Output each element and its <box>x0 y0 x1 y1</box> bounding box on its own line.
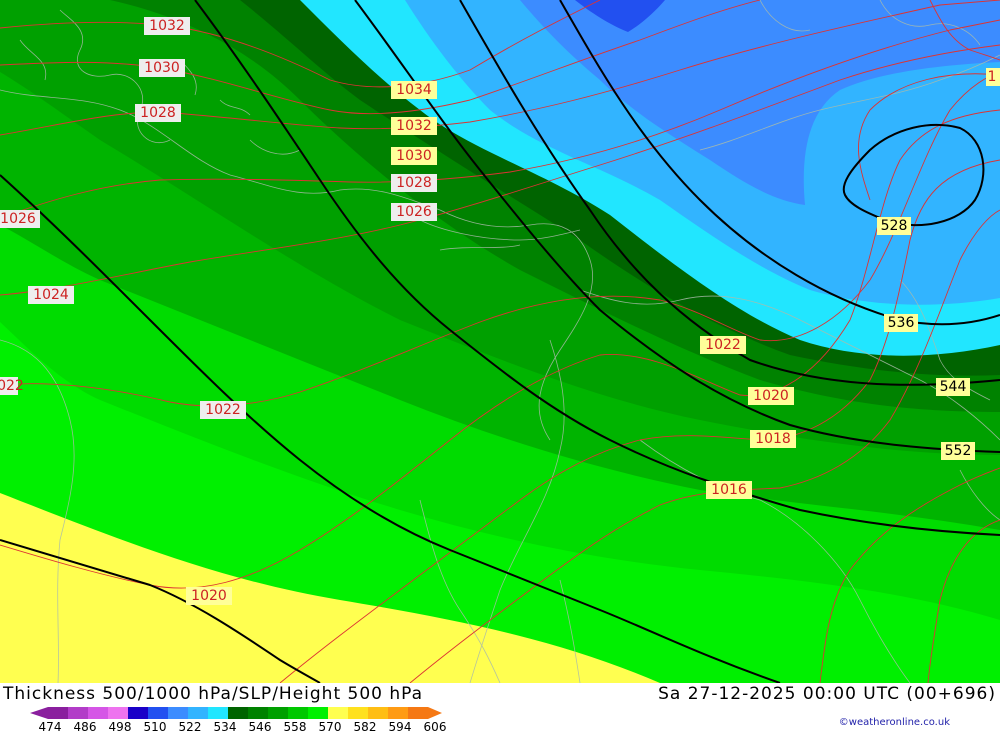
footer: Thickness 500/1000 hPa/SLP/Height 500 hP… <box>0 683 1000 733</box>
legend-swatch <box>388 707 408 719</box>
svg-text:544: 544 <box>940 379 967 395</box>
legend-tick-label: 546 <box>249 720 272 733</box>
height-label: 552 <box>941 442 975 460</box>
svg-text:1028: 1028 <box>396 175 432 191</box>
slp-label: 1022 <box>0 377 24 395</box>
legend-swatch <box>168 707 188 719</box>
slp-label: 1018 <box>750 430 796 448</box>
legend-swatch <box>308 707 328 719</box>
svg-text:1034: 1034 <box>396 82 432 98</box>
svg-text:1032: 1032 <box>396 118 432 134</box>
legend-swatch <box>228 707 248 719</box>
slp-label: 1034 <box>391 81 437 99</box>
slp-label: 1028 <box>391 174 437 192</box>
legend-arrow-left <box>30 707 48 719</box>
slp-label: 1020 <box>186 587 232 605</box>
svg-text:1022: 1022 <box>0 378 24 394</box>
height-label: 536 <box>884 314 918 332</box>
legend-tick-label: 510 <box>144 720 167 733</box>
svg-text:1030: 1030 <box>144 60 180 76</box>
svg-text:1020: 1020 <box>753 388 789 404</box>
slp-label: 1 <box>986 68 1000 86</box>
svg-text:1028: 1028 <box>140 105 176 121</box>
height-label: 544 <box>936 378 970 396</box>
slp-label: 1024 <box>28 286 74 304</box>
legend-tick-label: 606 <box>424 720 447 733</box>
legend-tick-label: 594 <box>389 720 412 733</box>
credit-link[interactable]: ©weatheronline.co.uk <box>839 717 950 728</box>
svg-text:1030: 1030 <box>396 148 432 164</box>
legend-swatches <box>30 707 442 719</box>
legend-swatch <box>208 707 228 719</box>
slp-label: 1028 <box>135 104 181 122</box>
slp-label: 1026 <box>0 210 40 228</box>
legend-tick-label: 558 <box>284 720 307 733</box>
svg-text:536: 536 <box>888 315 915 331</box>
legend-swatch <box>348 707 368 719</box>
slp-label: 1022 <box>700 336 746 354</box>
legend-tick-label: 474 <box>39 720 62 733</box>
slp-label: 1022 <box>200 401 246 419</box>
legend-swatch <box>128 707 148 719</box>
slp-label: 1026 <box>391 203 437 221</box>
legend-swatch <box>108 707 128 719</box>
color-legend: 474 486 498 510 522 534 546 558 570 582 594 606 <box>30 707 447 733</box>
weather-map: 1032 1030 1028 1026 1024 1022 1034 1032 … <box>0 0 1000 683</box>
legend-swatch <box>68 707 88 719</box>
legend-tick-label: 582 <box>354 720 377 733</box>
svg-text:1018: 1018 <box>755 431 791 447</box>
svg-text:1032: 1032 <box>149 18 185 34</box>
slp-label: 1032 <box>391 117 437 135</box>
chart-title: Thickness 500/1000 hPa/SLP/Height 500 hP… <box>3 684 424 704</box>
svg-text:1022: 1022 <box>705 337 741 353</box>
slp-label: 1030 <box>391 147 437 165</box>
legend-swatch <box>328 707 348 719</box>
svg-text:1022: 1022 <box>205 402 241 418</box>
legend-swatch <box>288 707 308 719</box>
legend-ticks: 474 486 498 510 522 534 546 558 570 582 594 606 <box>39 720 447 733</box>
legend-swatch <box>408 707 428 719</box>
legend-swatch <box>368 707 388 719</box>
svg-text:1026: 1026 <box>0 211 36 227</box>
legend-swatch <box>48 707 68 719</box>
legend-tick-label: 570 <box>319 720 342 733</box>
legend-tick-label: 522 <box>179 720 202 733</box>
slp-label: 1016 <box>706 481 752 499</box>
svg-text:1016: 1016 <box>711 482 747 498</box>
svg-text:1020: 1020 <box>191 588 227 604</box>
svg-text:1024: 1024 <box>33 287 69 303</box>
forecast-datetime: Sa 27-12-2025 00:00 UTC (00+696) <box>658 684 996 704</box>
svg-text:528: 528 <box>881 218 908 234</box>
legend-swatch <box>88 707 108 719</box>
slp-label: 1030 <box>139 59 185 77</box>
svg-text:552: 552 <box>945 443 972 459</box>
svg-text:1026: 1026 <box>396 204 432 220</box>
slp-label: 1032 <box>144 17 190 35</box>
legend-arrow-right <box>428 707 442 719</box>
height-label: 528 <box>877 217 911 235</box>
svg-text:1: 1 <box>988 69 997 85</box>
legend-tick-label: 498 <box>109 720 132 733</box>
legend-swatch <box>268 707 288 719</box>
legend-swatch <box>248 707 268 719</box>
legend-tick-label: 534 <box>214 720 237 733</box>
legend-swatch <box>188 707 208 719</box>
legend-tick-label: 486 <box>74 720 97 733</box>
slp-label: 1020 <box>748 387 794 405</box>
legend-swatch <box>148 707 168 719</box>
